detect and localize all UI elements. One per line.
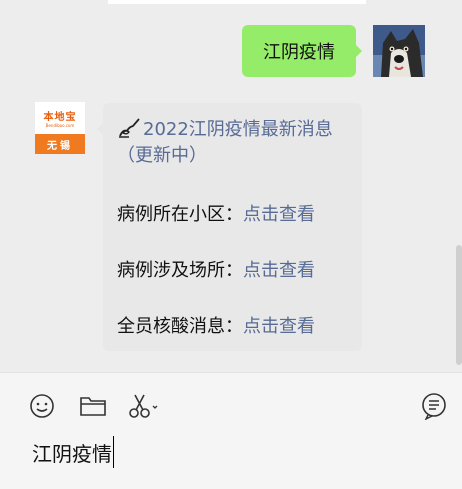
emoji-icon	[30, 394, 54, 418]
outgoing-message-bubble[interactable]: 江阴疫情	[242, 25, 362, 77]
row-label: 病例所在小区：	[117, 204, 243, 225]
message-title[interactable]: 2022江阴疫情最新消息（更新中）	[117, 117, 357, 169]
message-input[interactable]: 江阴疫情	[32, 435, 114, 469]
row-label: 全员核酸消息：	[117, 316, 243, 337]
screenshot-button[interactable]	[126, 392, 160, 420]
emoji-button[interactable]	[28, 392, 56, 420]
sender-logo: 本地宝 Bendibao.com	[35, 102, 85, 134]
message-title-text: 2022江阴疫情最新消息（更新中）	[117, 119, 333, 166]
dog-avatar-image	[373, 25, 425, 77]
chat-area: 江阴疫情 本地宝 Bendibao.com 无锡 2022江阴疫情最新消息（更新…	[0, 0, 462, 372]
logo-city: 无锡	[35, 134, 85, 154]
input-area: 江阴疫情	[0, 372, 462, 489]
writing-hand-icon	[117, 117, 141, 139]
message-row-cases-community: 病例所在小区：点击查看	[117, 200, 315, 226]
outgoing-message-text: 江阴疫情	[263, 42, 335, 63]
incoming-message-bubble[interactable]: 2022江阴疫情最新消息（更新中） 病例所在小区：点击查看 病例涉及场所：点击查…	[97, 103, 362, 351]
previous-message-edge	[108, 0, 366, 4]
scissors-icon	[129, 394, 158, 418]
chat-history-icon	[422, 393, 446, 420]
text-caret	[113, 436, 114, 468]
view-link[interactable]: 点击查看	[243, 204, 315, 225]
view-link[interactable]: 点击查看	[243, 316, 315, 337]
message-row-cases-places: 病例涉及场所：点击查看	[117, 256, 315, 282]
sender-avatar[interactable]: 本地宝 Bendibao.com 无锡	[35, 102, 85, 154]
folder-icon	[80, 397, 106, 416]
row-label: 病例涉及场所：	[117, 260, 243, 281]
chat-history-button[interactable]	[420, 392, 448, 420]
message-input-text: 江阴疫情	[32, 441, 112, 466]
view-link[interactable]: 点击查看	[243, 260, 315, 281]
self-avatar[interactable]	[373, 25, 425, 77]
send-file-button[interactable]	[78, 392, 108, 420]
logo-name: 本地宝	[43, 112, 77, 123]
message-row-nucleic-test: 全员核酸消息：点击查看	[117, 312, 315, 338]
chat-scrollbar[interactable]	[456, 245, 462, 365]
logo-url: Bendibao.com	[45, 123, 75, 128]
